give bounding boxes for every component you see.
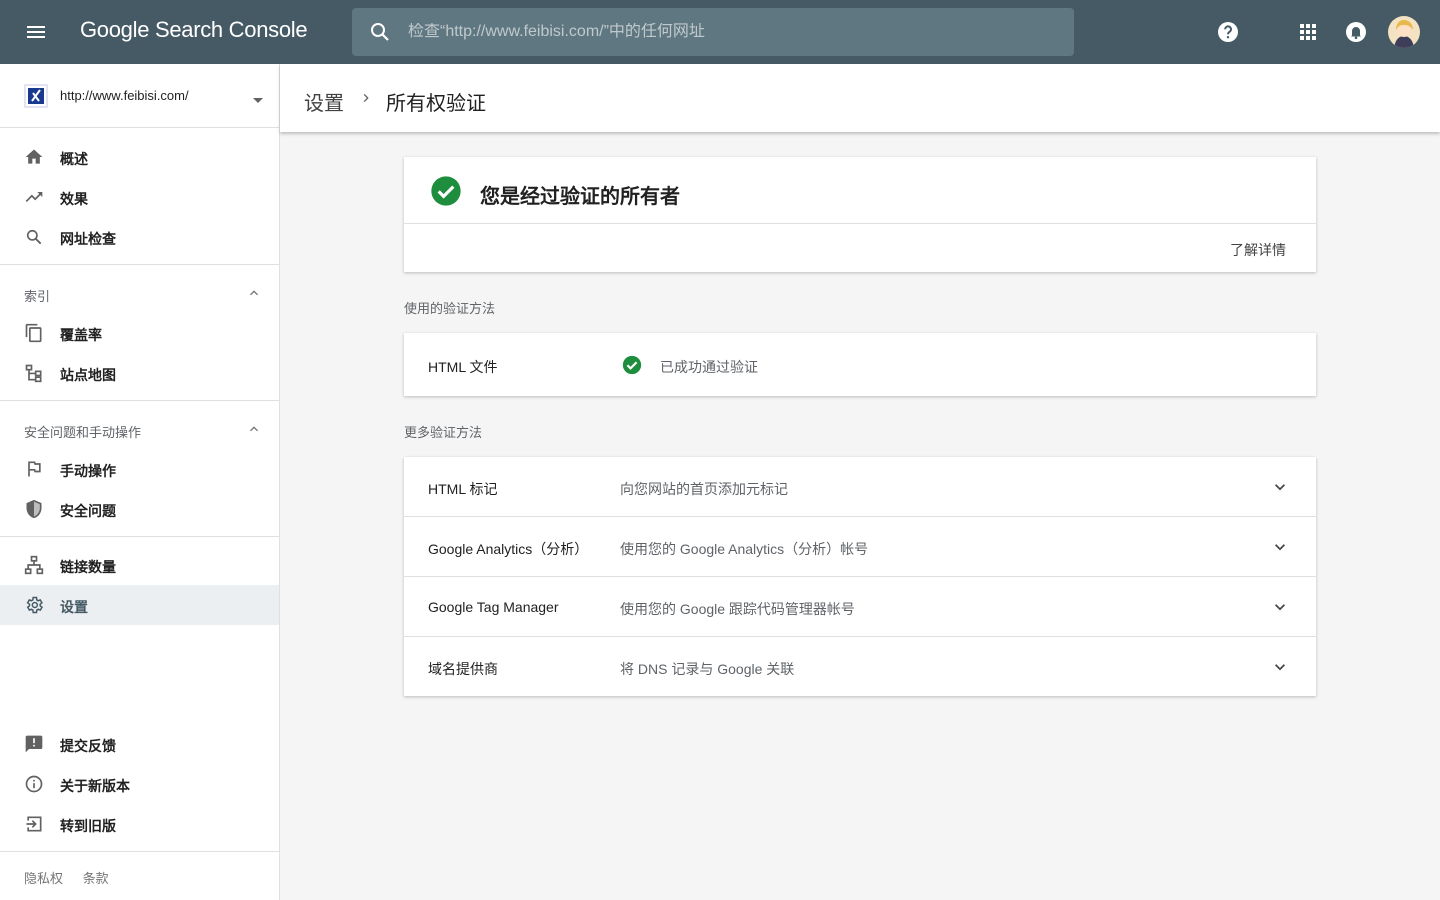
nav-item-overview[interactable]: 概述 xyxy=(0,137,279,177)
chevron-down-icon[interactable] xyxy=(1270,477,1290,502)
nav-label: 设置 xyxy=(60,599,88,615)
method-name: 域名提供商 xyxy=(428,661,498,677)
search-bar xyxy=(352,8,1074,56)
section-security[interactable]: 安全问题和手动操作 xyxy=(0,409,279,449)
nav-label: 网址检查 xyxy=(60,231,116,247)
more-methods-card: HTML 标记 向您网站的首页添加元标记 Google Analytics（分析… xyxy=(404,457,1316,696)
nav-item-about[interactable]: 关于新版本 xyxy=(0,764,279,804)
section-label: 安全问题和手动操作 xyxy=(24,425,142,440)
page-title: 所有权验证 xyxy=(386,93,486,115)
nav-item-security-issues[interactable]: 安全问题 xyxy=(0,489,279,529)
check-circle-icon xyxy=(622,355,642,380)
method-name: HTML 标记 xyxy=(428,481,498,497)
method-name: HTML 文件 xyxy=(428,359,498,375)
chevron-right-icon xyxy=(358,90,374,111)
nav-label: 手动操作 xyxy=(60,463,116,479)
exit-icon xyxy=(24,814,44,834)
top-app-bar: Google Search Console xyxy=(0,0,1440,64)
nav-item-links[interactable]: 链接数量 xyxy=(0,545,279,585)
apps-grid-icon[interactable] xyxy=(1292,16,1324,48)
used-methods-label: 使用的验证方法 xyxy=(404,301,496,316)
method-name: Google Tag Manager xyxy=(428,599,559,615)
gear-icon xyxy=(24,595,44,615)
page-header: 设置 所有权验证 xyxy=(280,64,1440,132)
dropdown-arrow-icon xyxy=(252,92,264,110)
nav-label: 效果 xyxy=(60,191,88,207)
property-url: http://www.feibisi.com/ xyxy=(60,88,189,103)
owner-card: 您是经过验证的所有者 了解详情 xyxy=(404,157,1316,272)
notifications-icon[interactable] xyxy=(1340,16,1372,48)
links-icon xyxy=(24,555,44,575)
divider xyxy=(0,400,279,401)
divider xyxy=(0,536,279,537)
info-icon xyxy=(24,774,44,794)
more-methods-label: 更多验证方法 xyxy=(404,425,483,440)
search-icon xyxy=(24,227,44,247)
learn-more-link[interactable]: 了解详情 xyxy=(1230,240,1286,260)
nav-item-sitemaps[interactable]: 站点地图 xyxy=(0,353,279,393)
chevron-up-icon xyxy=(246,421,262,442)
footer-links: 隐私权 条款 xyxy=(24,868,125,887)
flag-icon xyxy=(24,459,44,479)
owner-title: 您是经过验证的所有者 xyxy=(480,186,680,208)
search-input[interactable] xyxy=(408,23,1048,41)
nav-label: 覆盖率 xyxy=(60,327,102,343)
divider xyxy=(0,264,279,265)
nav-item-manual-actions[interactable]: 手动操作 xyxy=(0,449,279,489)
nav-label: 提交反馈 xyxy=(60,738,116,754)
terms-link[interactable]: 条款 xyxy=(83,871,109,886)
trending-up-icon xyxy=(24,187,44,207)
nav-label: 安全问题 xyxy=(60,503,116,519)
nav-item-legacy[interactable]: 转到旧版 xyxy=(0,804,279,844)
copy-icon xyxy=(24,323,44,343)
help-icon[interactable] xyxy=(1212,16,1244,48)
method-row-google-analytics[interactable]: Google Analytics（分析） 使用您的 Google Analyti… xyxy=(404,517,1316,577)
method-desc: 使用您的 Google 跟踪代码管理器帐号 xyxy=(620,601,855,617)
sitemap-icon xyxy=(24,363,44,383)
privacy-link[interactable]: 隐私权 xyxy=(24,871,63,886)
breadcrumb-parent[interactable]: 设置 xyxy=(304,87,344,116)
method-row-tag-manager[interactable]: Google Tag Manager 使用您的 Google 跟踪代码管理器帐号 xyxy=(404,577,1316,637)
section-label: 索引 xyxy=(24,289,51,304)
nav-item-coverage[interactable]: 覆盖率 xyxy=(0,313,279,353)
sidebar: http://www.feibisi.com/ 概述 效果 网址检查 索引 覆盖… xyxy=(0,64,280,900)
nav-label: 链接数量 xyxy=(60,559,116,575)
nav-item-settings[interactable]: 设置 xyxy=(0,585,279,625)
method-status: 已成功通过验证 xyxy=(660,359,758,375)
search-icon[interactable] xyxy=(352,20,408,44)
chevron-down-icon[interactable] xyxy=(1270,657,1290,682)
nav-label: 转到旧版 xyxy=(60,818,116,834)
nav-item-performance[interactable]: 效果 xyxy=(0,177,279,217)
nav-label: 站点地图 xyxy=(60,367,116,383)
section-index[interactable]: 索引 xyxy=(0,273,279,313)
menu-icon[interactable] xyxy=(20,16,52,48)
user-avatar[interactable] xyxy=(1388,16,1420,48)
chevron-down-icon[interactable] xyxy=(1270,537,1290,562)
method-desc: 使用您的 Google Analytics（分析）帐号 xyxy=(620,541,869,557)
nav-label: 关于新版本 xyxy=(60,778,130,794)
method-desc: 将 DNS 记录与 Google 关联 xyxy=(620,661,795,677)
chevron-down-icon[interactable] xyxy=(1270,597,1290,622)
feedback-icon xyxy=(24,734,44,754)
method-desc: 向您网站的首页添加元标记 xyxy=(620,481,788,497)
owner-card-header: 您是经过验证的所有者 xyxy=(404,157,1316,224)
divider xyxy=(0,851,279,852)
check-circle-icon xyxy=(430,175,462,212)
nav-label: 概述 xyxy=(60,151,88,167)
shield-icon xyxy=(24,499,44,519)
nav-item-url-inspection[interactable]: 网址检查 xyxy=(0,217,279,257)
home-icon xyxy=(24,147,44,167)
method-name: Google Analytics（分析） xyxy=(428,541,589,557)
property-selector[interactable]: http://www.feibisi.com/ xyxy=(0,64,279,128)
method-row-html-tag[interactable]: HTML 标记 向您网站的首页添加元标记 xyxy=(404,457,1316,517)
used-method-card: HTML 文件 已成功通过验证 xyxy=(404,333,1316,396)
site-favicon-icon xyxy=(24,84,48,108)
chevron-up-icon xyxy=(246,285,262,306)
nav-item-feedback[interactable]: 提交反馈 xyxy=(0,724,279,764)
method-row-domain-provider[interactable]: 域名提供商 将 DNS 记录与 Google 关联 xyxy=(404,637,1316,697)
app-title[interactable]: Google Search Console xyxy=(80,17,308,43)
